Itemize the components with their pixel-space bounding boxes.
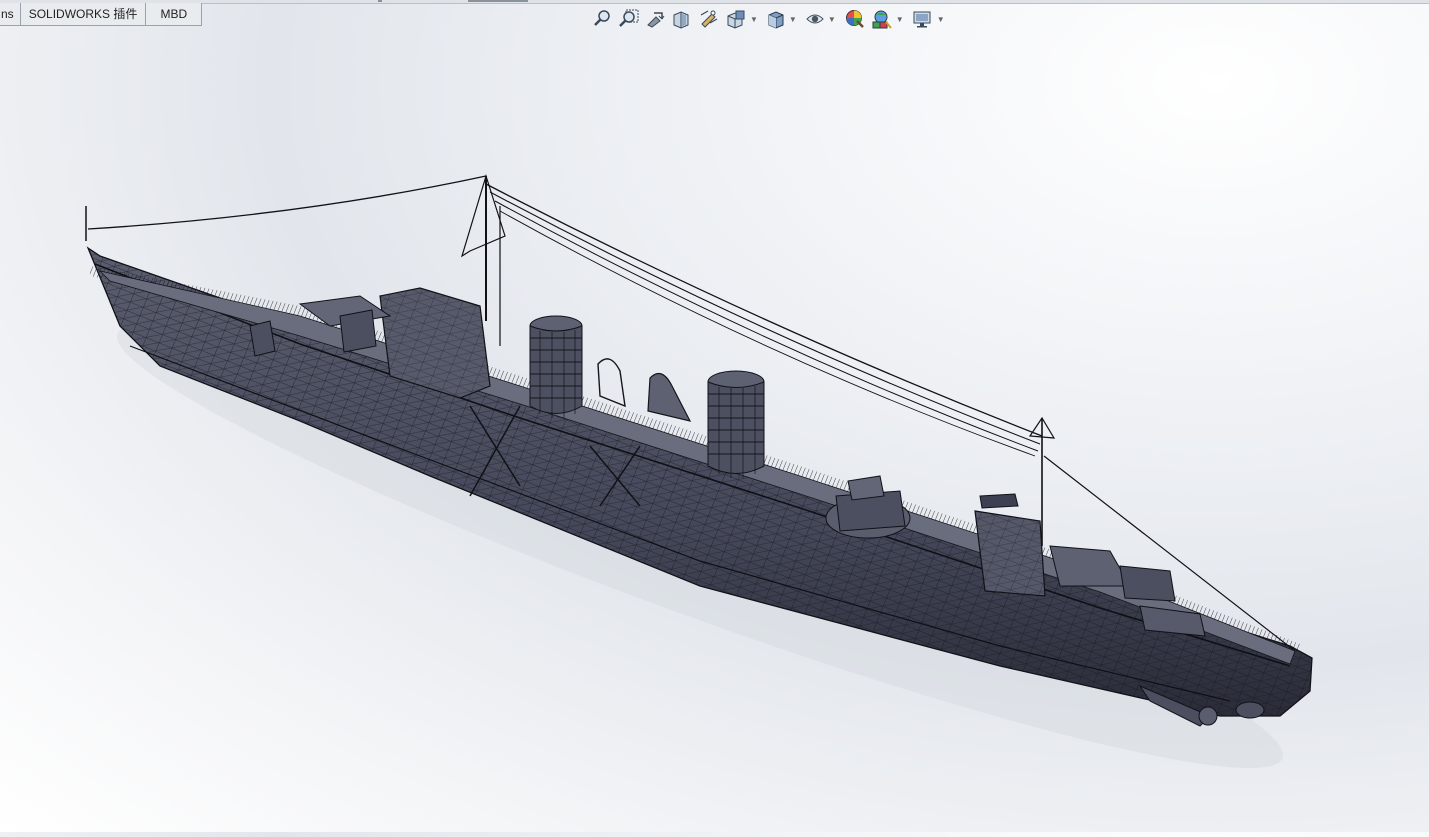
chevron-down-icon[interactable]: ▼: [789, 15, 797, 24]
funnel-aft[interactable]: [707, 370, 765, 478]
top-edge-marker: [468, 0, 528, 2]
chevron-down-icon[interactable]: ▼: [828, 15, 836, 24]
ship-hull[interactable]: [86, 246, 1313, 717]
command-manager-tabs: ns SOLIDWORKS 插件 MBD: [0, 3, 203, 26]
top-edge-marker: [378, 0, 382, 2]
window-top-edge: [0, 0, 1429, 4]
tab-mbd[interactable]: MBD: [146, 3, 203, 25]
funnel-forward[interactable]: [529, 315, 583, 418]
ship-model-icon[interactable]: [0, 26, 1429, 832]
chevron-down-icon[interactable]: ▼: [750, 15, 758, 24]
chevron-down-icon[interactable]: ▼: [896, 15, 904, 24]
tab-solidworks-add-ins[interactable]: SOLIDWORKS 插件: [20, 3, 147, 25]
chevron-down-icon[interactable]: ▼: [937, 15, 945, 24]
graphics-area[interactable]: [0, 26, 1429, 832]
tab-add-ins[interactable]: ns: [0, 3, 21, 25]
